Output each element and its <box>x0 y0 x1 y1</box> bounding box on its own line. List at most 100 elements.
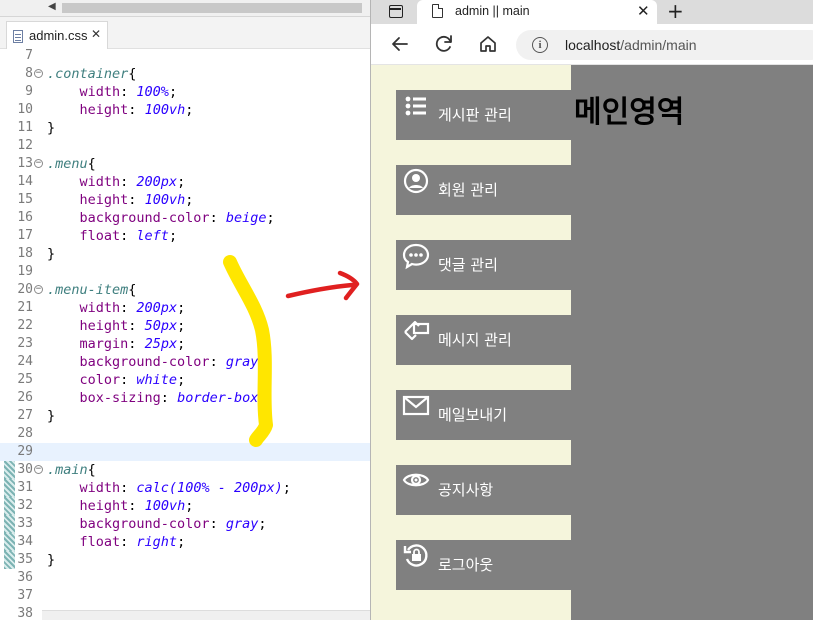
code-line[interactable]: 21 width: 200px; <box>0 299 370 317</box>
line-number: 33 <box>17 516 33 531</box>
line-number: 15 <box>17 192 33 207</box>
code-line[interactable]: 15 height: 100vh; <box>0 191 370 209</box>
code-line[interactable]: 31 width: calc(100% - 200px); <box>0 479 370 497</box>
code-line[interactable]: 20− .menu-item{ <box>0 281 370 299</box>
fold-toggle-icon[interactable]: − <box>34 69 43 78</box>
code-text: width: calc(100% - 200px); <box>47 479 291 497</box>
code-line[interactable]: 29 <box>0 443 370 461</box>
line-number: 23 <box>17 336 33 351</box>
code-token-punct: } <box>47 246 56 262</box>
code-line[interactable]: 27} <box>0 407 370 425</box>
code-line[interactable]: 11} <box>0 119 370 137</box>
code-text: } <box>47 119 55 137</box>
editor-tab-bar: admin.css ✕ <box>0 17 370 49</box>
back-arrow-icon[interactable] <box>389 33 411 55</box>
code-line[interactable]: 13− .menu{ <box>0 155 370 173</box>
scroll-left-icon[interactable]: ◀ <box>48 1 56 12</box>
scrollbar-thumb[interactable] <box>62 3 362 13</box>
code-token-val: 100vh <box>144 192 186 208</box>
code-line[interactable]: 36 <box>0 569 370 587</box>
page-viewport: 게시판 관리회원 관리댓글 관리메시지 관리메일보내기공지사항로그아웃 메인영역 <box>371 65 813 620</box>
new-tab-icon[interactable]: + <box>667 0 684 23</box>
menu-item[interactable]: 메일보내기 <box>396 390 571 440</box>
code-token-ind <box>47 192 80 208</box>
fold-toggle-icon[interactable]: − <box>34 285 43 294</box>
code-token-sel: .menu <box>47 156 88 172</box>
code-token-val: gray <box>225 516 259 532</box>
address-bar[interactable]: i localhost/admin/main <box>516 30 813 60</box>
code-token-punct: ; <box>177 174 186 190</box>
code-line[interactable]: 9 width: 100%; <box>0 83 370 101</box>
close-icon[interactable]: ✕ <box>91 27 101 41</box>
code-token-punct: : <box>120 480 137 496</box>
code-line[interactable]: 18} <box>0 245 370 263</box>
code-token-prop: background-color <box>79 354 210 370</box>
reload-icon[interactable] <box>433 33 455 55</box>
code-line[interactable]: 37 <box>0 587 370 605</box>
code-line[interactable]: 28 <box>0 425 370 443</box>
site-info-icon[interactable]: i <box>532 37 548 53</box>
code-token-prop: width <box>79 84 121 100</box>
fold-toggle-icon[interactable]: − <box>34 465 43 474</box>
fold-toggle-icon[interactable]: − <box>34 159 43 168</box>
menu-item[interactable]: 메시지 관리 <box>396 315 571 365</box>
line-number: 30 <box>17 462 33 477</box>
code-line[interactable]: 30− .main{ <box>0 461 370 479</box>
code-token-punct: : <box>128 102 145 118</box>
code-line[interactable]: 16 background-color: beige; <box>0 209 370 227</box>
user-circle-icon <box>402 167 430 195</box>
code-token-punct: ; <box>177 336 186 352</box>
code-line[interactable]: 19 <box>0 263 370 281</box>
code-line[interactable]: 17 float: left; <box>0 227 370 245</box>
tab-admin-main[interactable]: admin || main ✕ <box>417 0 657 24</box>
css-file-icon <box>13 30 23 43</box>
line-number: 36 <box>17 570 33 585</box>
code-line[interactable]: 34 float: right; <box>0 533 370 551</box>
menu-item[interactable]: 게시판 관리 <box>396 90 571 140</box>
code-token-punct: ; <box>258 354 267 370</box>
code-token-prop: float <box>79 534 121 550</box>
eye-icon <box>402 467 430 495</box>
code-text: .main{ <box>47 461 96 479</box>
code-line[interactable]: 32 height: 100vh; <box>0 497 370 515</box>
code-editor-pane: ◀ admin.css ✕ 7 8− .container{9 width: 100… <box>0 0 370 620</box>
main-heading: 메인영역 <box>574 95 685 130</box>
browser-navbar: i localhost/admin/main <box>371 24 813 65</box>
code-token-ind <box>47 300 80 316</box>
code-token-ind <box>47 354 80 370</box>
close-icon[interactable]: ✕ <box>637 2 650 20</box>
tab-actions-icon[interactable] <box>389 5 403 18</box>
code-line[interactable]: 26 box-sizing: border-box; <box>0 389 370 407</box>
code-token-ind <box>47 390 80 406</box>
code-token-punct: ; <box>177 372 186 388</box>
code-line[interactable]: 24 background-color: gray; <box>0 353 370 371</box>
code-line[interactable]: 7 <box>0 47 370 65</box>
code-line[interactable]: 12 <box>0 137 370 155</box>
code-line[interactable]: 33 background-color: gray; <box>0 515 370 533</box>
code-area[interactable]: 7 8− .container{9 width: 100%; 10 height: 1… <box>0 47 370 620</box>
code-line[interactable]: 22 height: 50px; <box>0 317 370 335</box>
line-number: 27 <box>17 408 33 423</box>
code-text: width: 200px; <box>47 299 186 317</box>
editor-horizontal-scrollbar[interactable]: ◀ <box>0 0 370 17</box>
line-number: 16 <box>17 210 33 225</box>
code-line[interactable]: 10 height: 100vh; <box>0 101 370 119</box>
code-text: box-sizing: border-box; <box>47 389 267 407</box>
code-token-punct: : <box>160 390 178 406</box>
code-token-punct: : <box>209 210 226 226</box>
browser-titlebar: admin || main ✕ + <box>371 0 813 24</box>
editor-bottom-scrollbar[interactable] <box>42 610 370 620</box>
code-line[interactable]: 14 width: 200px; <box>0 173 370 191</box>
home-icon[interactable] <box>477 33 499 55</box>
code-line[interactable]: 25 color: white; <box>0 371 370 389</box>
code-line[interactable]: 8− .container{ <box>0 65 370 83</box>
menu-item[interactable]: 공지사항 <box>396 465 571 515</box>
code-token-ind <box>47 210 80 226</box>
menu-item[interactable]: 댓글 관리 <box>396 240 571 290</box>
code-line[interactable]: 23 margin: 25px; <box>0 335 370 353</box>
code-line[interactable]: 35} <box>0 551 370 569</box>
editor-tab-admin-css[interactable]: admin.css ✕ <box>6 21 108 49</box>
code-token-prop: float <box>79 228 121 244</box>
menu-item[interactable]: 로그아웃 <box>396 540 571 590</box>
menu-item[interactable]: 회원 관리 <box>396 165 571 215</box>
